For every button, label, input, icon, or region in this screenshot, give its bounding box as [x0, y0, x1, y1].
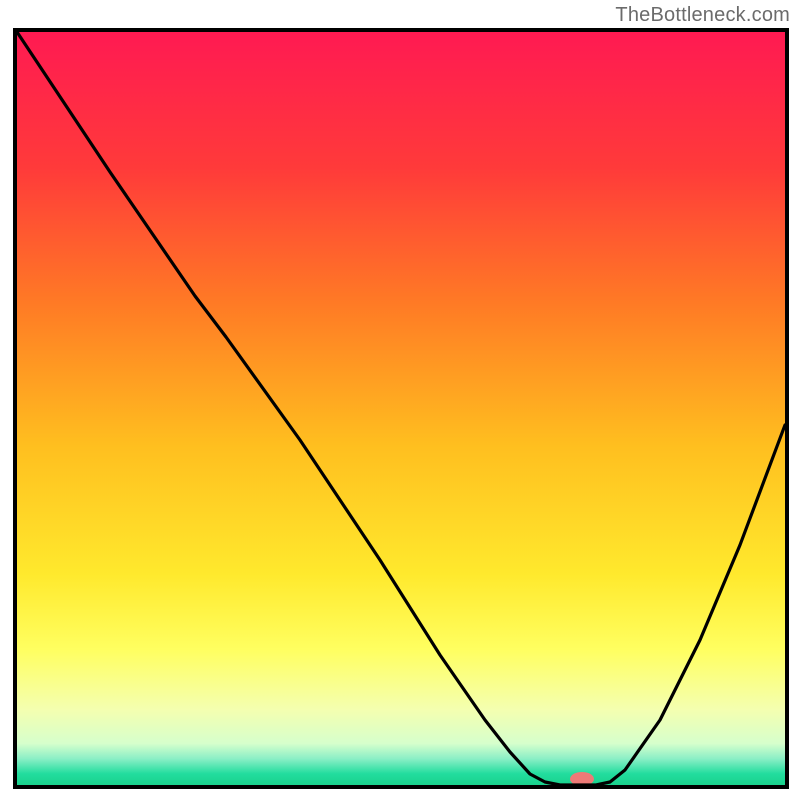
chart-container: TheBottleneck.com: [0, 0, 800, 800]
chart-frame: [13, 28, 789, 789]
